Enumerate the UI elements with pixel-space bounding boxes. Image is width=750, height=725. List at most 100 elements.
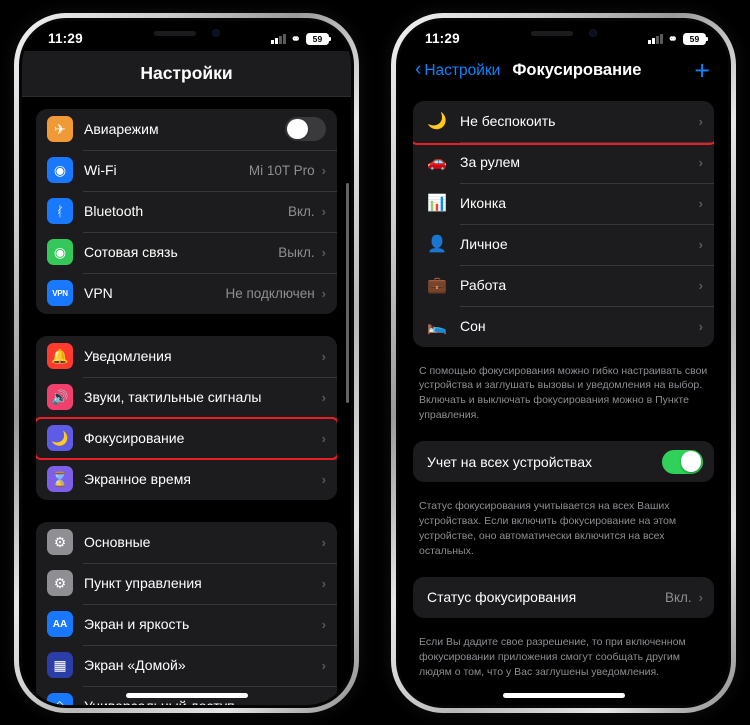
battery-icon: 59	[306, 32, 332, 45]
chevron-right-icon: ›	[698, 113, 703, 129]
share-across-devices-row[interactable]: Учет на всех устройствах	[413, 441, 714, 482]
settings-row-general[interactable]: ⚙ Основные ›	[36, 522, 337, 563]
row-label: Основные	[84, 534, 151, 550]
row-label: Работа	[460, 277, 507, 293]
focus-settings-app: 11:29 ⚭ 59 ‹ Настройки Фокусирование + 🌙…	[399, 20, 728, 705]
settings-row-cellular[interactable]: ◉ Сотовая связь Выкл. ›	[36, 231, 337, 273]
left-phone-bezel: 11:29 ⚭ 59 Настройки ✈ Авиарежим ◉ Wi-Fi…	[19, 17, 354, 708]
row-label: Личное	[460, 236, 508, 252]
cellular-icon: ◉	[47, 239, 73, 265]
battery-percent: 59	[689, 33, 700, 44]
home-indicator[interactable]	[125, 693, 248, 698]
row-label: Универсальный доступ	[84, 698, 322, 705]
bars-icon: 📊	[427, 195, 447, 212]
accessibility-icon: ⎆	[47, 693, 73, 705]
focus-row-do-not-disturb[interactable]: 🌙 Не беспокоить ›	[413, 101, 714, 142]
chevron-right-icon: ›	[321, 616, 326, 632]
settings-scroll-area[interactable]: ✈ Авиарежим ◉ Wi-Fi Mi 10T Pro › ᚰ Bluet…	[22, 97, 351, 705]
chevron-right-icon: ›	[321, 657, 326, 673]
focus-row-fitness[interactable]: 📊 Иконка ›	[413, 182, 714, 224]
right-phone-screen: 11:29 ⚭ 59 ‹ Настройки Фокусирование + 🌙…	[399, 20, 728, 705]
gear-icon: ⚙	[47, 529, 73, 555]
settings-row-wifi[interactable]: ◉ Wi-Fi Mi 10T Pro ›	[36, 149, 337, 191]
row-label: Экранное время	[84, 471, 191, 487]
display-icon: AA	[47, 611, 73, 637]
scrollbar[interactable]	[346, 182, 349, 403]
bed-icon: 🛌	[427, 318, 447, 335]
chevron-left-icon: ‹	[415, 59, 422, 80]
chevron-right-icon: ›	[698, 195, 703, 211]
row-label: Экран и яркость	[84, 616, 190, 632]
link-icon: ⚭	[667, 31, 678, 46]
briefcase-icon: 💼	[427, 277, 447, 294]
row-value: Mi 10T Pro	[248, 162, 315, 178]
row-label: Wi-Fi	[84, 162, 117, 178]
settings-row-screentime[interactable]: ⌛ Экранное время ›	[36, 458, 337, 500]
chevron-right-icon: ›	[321, 430, 326, 446]
left-phone-screen: 11:29 ⚭ 59 Настройки ✈ Авиарежим ◉ Wi-Fi…	[22, 20, 351, 705]
settings-row-sounds[interactable]: 🔊 Звуки, тактильные сигналы ›	[36, 376, 337, 418]
focus-row-personal[interactable]: 👤 Личное ›	[413, 223, 714, 265]
screenshot-root: 11:29 ⚭ 59 Настройки ✈ Авиарежим ◉ Wi-Fi…	[0, 0, 750, 725]
right-phone-frame: 11:29 ⚭ 59 ‹ Настройки Фокусирование + 🌙…	[391, 12, 736, 713]
bluetooth-icon: ᚰ	[47, 198, 73, 224]
row-value: Не подключен	[225, 285, 315, 301]
add-focus-button[interactable]: +	[694, 57, 710, 84]
settings-group-system: ⚙ Основные › ⚙ Пункт управления › AA Экр…	[36, 521, 337, 705]
row-label: Учет на всех устройствах	[427, 453, 592, 470]
settings-row-control-center[interactable]: ⚙ Пункт управления ›	[36, 562, 337, 604]
settings-group-connectivity: ✈ Авиарежим ◉ Wi-Fi Mi 10T Pro › ᚰ Bluet…	[36, 108, 337, 314]
chevron-right-icon: ›	[321, 575, 326, 591]
car-icon: 🚗	[427, 154, 447, 171]
airplane-toggle[interactable]	[285, 117, 326, 141]
row-label: Сотовая связь	[84, 244, 178, 260]
vpn-icon: VPN	[47, 280, 73, 306]
settings-row-notifications[interactable]: 🔔 Уведомления ›	[36, 336, 337, 377]
page-title: Фокусирование	[512, 61, 642, 79]
clock: 11:29	[425, 31, 460, 46]
signal-bars-icon	[271, 33, 286, 44]
settings-row-bluetooth[interactable]: ᚰ Bluetooth Вкл. ›	[36, 190, 337, 232]
row-label: За рулем	[460, 154, 521, 170]
person-icon: 👤	[427, 236, 447, 253]
chevron-right-icon: ›	[698, 589, 703, 605]
bell-icon: 🔔	[47, 343, 73, 369]
share-across-devices-group: Учет на всех устройствах	[413, 441, 714, 483]
settings-app: 11:29 ⚭ 59 Настройки ✈ Авиарежим ◉ Wi-Fi…	[22, 20, 351, 705]
row-value: Вкл.	[664, 589, 692, 605]
hourglass-icon: ⌛	[47, 466, 73, 492]
row-label: Пункт управления	[84, 575, 202, 591]
status-bar-left: 11:29 ⚭ 59	[22, 21, 351, 51]
row-label: Звуки, тактильные сигналы	[84, 389, 262, 405]
share-across-devices-toggle[interactable]	[662, 449, 703, 474]
chevron-right-icon: ›	[321, 534, 326, 550]
signal-bars-icon	[648, 33, 663, 44]
focus-row-sleep[interactable]: 🛌 Сон ›	[413, 305, 714, 347]
right-phone-bezel: 11:29 ⚭ 59 ‹ Настройки Фокусирование + 🌙…	[396, 17, 731, 708]
chevron-right-icon: ›	[321, 203, 326, 219]
settings-row-home-screen[interactable]: ▦ Экран «Домой» ›	[36, 644, 337, 686]
chevron-right-icon: ›	[321, 244, 326, 260]
left-phone-frame: 11:29 ⚭ 59 Настройки ✈ Авиарежим ◉ Wi-Fi…	[14, 12, 359, 713]
settings-row-airplane[interactable]: ✈ Авиарежим	[36, 109, 337, 150]
focus-row-driving[interactable]: 🚗 За рулем ›	[413, 141, 714, 183]
settings-row-focus[interactable]: 🌙 Фокусирование ›	[36, 417, 337, 459]
row-label: Bluetooth	[84, 203, 144, 219]
row-label: Экран «Домой»	[84, 657, 186, 673]
back-button[interactable]: ‹ Настройки	[415, 59, 500, 80]
focus-status-group: Статус фокусирования Вкл. ›	[413, 576, 714, 618]
chevron-right-icon: ›	[321, 471, 326, 487]
home-indicator[interactable]	[502, 693, 625, 698]
row-label: VPN	[84, 285, 113, 301]
settings-row-display[interactable]: AA Экран и яркость ›	[36, 603, 337, 645]
battery-icon: 59	[683, 32, 709, 45]
focus-scroll-area[interactable]: 🌙 Не беспокоить › 🚗 За рулем › 📊 Иконка …	[399, 91, 728, 705]
settings-row-vpn[interactable]: VPN VPN Не подключен ›	[36, 272, 337, 314]
row-label: Статус фокусирования	[427, 589, 577, 606]
row-label: Сон	[460, 318, 486, 334]
focus-status-row[interactable]: Статус фокусирования Вкл. ›	[413, 577, 714, 618]
navigation-bar: ‹ Настройки Фокусирование +	[399, 51, 728, 91]
row-label: Иконка	[460, 195, 507, 211]
chevron-right-icon: ›	[321, 348, 326, 364]
focus-row-work[interactable]: 💼 Работа ›	[413, 264, 714, 306]
